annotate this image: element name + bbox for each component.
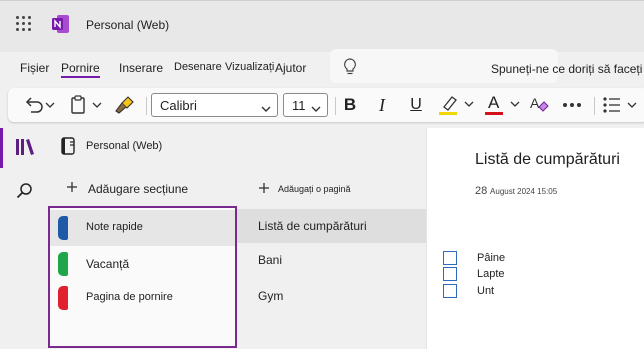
page-date-day: 28 [475, 185, 488, 197]
section-tab-icon [58, 216, 68, 240]
section-list: Note rapide Vacanță Pagina de pornire [48, 206, 237, 348]
checkbox[interactable] [443, 251, 457, 265]
notebook-icon [61, 137, 75, 160]
navigation-rail [0, 128, 48, 349]
menu-draw[interactable]: Desenare [174, 61, 222, 73]
format-painter-icon [114, 95, 136, 115]
bullets-button[interactable] [600, 88, 640, 122]
format-painter-button[interactable] [110, 88, 140, 122]
italic-button[interactable]: I [370, 88, 394, 122]
todo-item[interactable]: Unt [443, 283, 623, 299]
menu-view[interactable]: Vizualizați [225, 61, 274, 73]
plus-icon [66, 181, 78, 196]
lightbulb-icon [343, 58, 357, 81]
font-size-value: 11 [292, 97, 306, 113]
onenote-logo-icon [52, 14, 70, 34]
bold-button[interactable]: B [338, 88, 362, 122]
todo-item[interactable]: Lapte [443, 266, 623, 282]
clear-formatting-button[interactable]: A [526, 88, 552, 122]
search-icon[interactable] [16, 182, 34, 205]
todo-label: Unt [477, 285, 495, 297]
page-item-lista-de-cumparaturi[interactable]: Listă de cumpărături [237, 209, 426, 243]
more-options-button[interactable] [558, 88, 586, 122]
section-item-pagina-de-pornire[interactable]: Pagina de pornire [50, 280, 235, 316]
font-size-select[interactable]: 11 [283, 93, 328, 117]
todo-item[interactable]: Pâine [443, 250, 623, 266]
font-color-button[interactable]: A [480, 88, 524, 122]
add-page-label: Adăugați o pagină [278, 184, 351, 194]
bullets-icon [602, 96, 638, 114]
page-label: Listă de cumpărături [258, 219, 367, 233]
notebooks-icon[interactable] [15, 138, 35, 161]
chevron-down-icon [311, 101, 321, 116]
paste-icon [69, 95, 103, 115]
paste-button[interactable] [66, 88, 106, 122]
toolbar-divider [146, 97, 147, 115]
page-date: 28 August 2024 15:05 [475, 185, 557, 197]
menu-insert[interactable]: Inserare [119, 61, 163, 75]
bold-icon: B [343, 95, 357, 114]
page-item-gym[interactable]: Gym [237, 279, 426, 313]
chevron-down-icon [261, 101, 271, 116]
menu-help[interactable]: Ajutor [275, 61, 306, 75]
ribbon-toolbar: Calibri 11 B I U A A [8, 88, 644, 122]
checkbox[interactable] [443, 267, 457, 281]
more-icon [562, 102, 582, 108]
section-item-vacanta[interactable]: Vacanță [50, 246, 235, 282]
underline-button[interactable]: U [404, 88, 428, 122]
page-item-bani[interactable]: Bani [237, 243, 426, 277]
font-color-icon: A [482, 93, 522, 117]
page-label: Gym [258, 289, 284, 303]
rail-selection-indicator [0, 128, 3, 168]
plus-icon [258, 182, 270, 196]
highlighter-icon [436, 93, 476, 117]
font-name-value: Calibri [160, 97, 197, 113]
toolbar-divider [594, 97, 595, 115]
section-label: Note rapide [86, 221, 143, 233]
clear-formatting-icon: A [528, 94, 550, 116]
app-launcher-icon[interactable] [16, 16, 32, 32]
menu-file[interactable]: Fișier [20, 61, 49, 75]
notebook-title[interactable]: Personal (Web) [86, 140, 162, 152]
tell-me-label: Spuneți-ne ce doriți să faceți [491, 62, 643, 76]
highlight-button[interactable] [434, 88, 478, 122]
section-item-note-rapide[interactable]: Note rapide [50, 210, 235, 246]
add-section-button[interactable]: Adăugare secțiune [66, 181, 188, 196]
menu-home[interactable]: Pornire [61, 61, 100, 78]
section-label: Vacanță [86, 257, 130, 271]
underline-icon: U [410, 96, 422, 113]
checkbox[interactable] [443, 284, 457, 298]
page-label: Bani [258, 253, 283, 267]
italic-icon: I [379, 94, 385, 115]
add-section-label: Adăugare secțiune [88, 181, 189, 196]
todo-label: Pâine [477, 252, 506, 264]
section-label: Pagina de pornire [86, 291, 173, 303]
svg-text:A: A [530, 95, 540, 111]
undo-icon [23, 96, 55, 114]
todo-label: Lapte [477, 268, 505, 280]
app-title: Personal (Web) [86, 18, 170, 32]
page-date-rest: August 2024 15:05 [490, 187, 558, 196]
section-tab-icon [58, 252, 68, 276]
add-page-button[interactable]: Adăugați o pagină [258, 182, 351, 196]
undo-button[interactable] [20, 88, 58, 122]
toolbar-divider [335, 97, 336, 115]
section-tab-icon [58, 286, 68, 310]
page-title[interactable]: Listă de cumpărături [475, 151, 620, 169]
font-name-select[interactable]: Calibri [151, 93, 278, 117]
